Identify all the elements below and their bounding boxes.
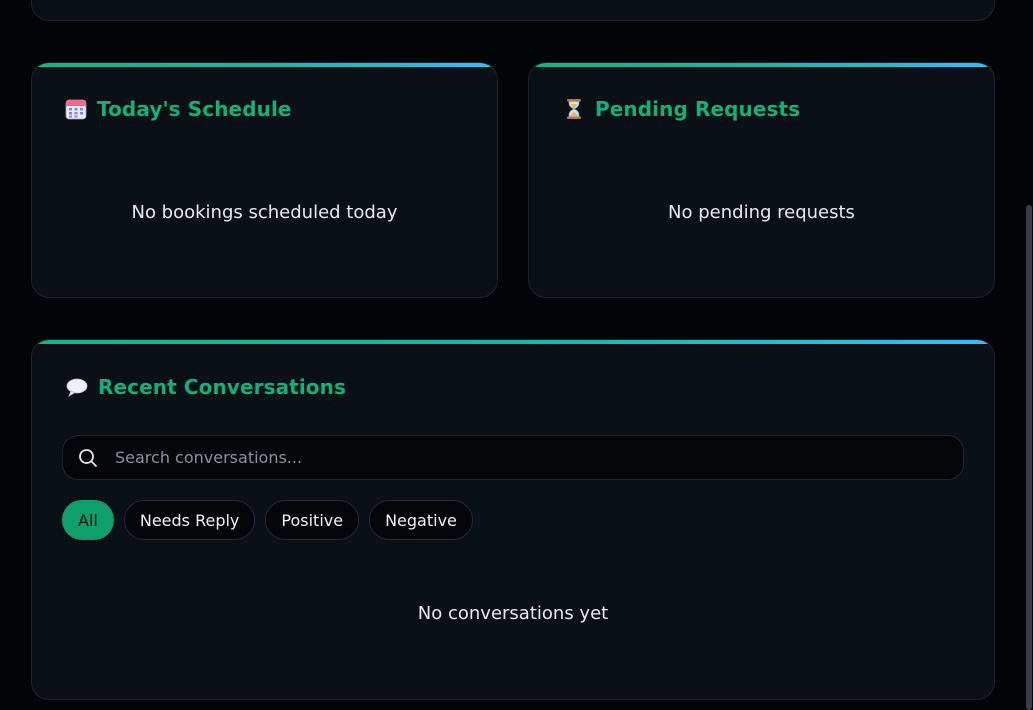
calendar-icon [65, 98, 87, 120]
card-accent-bar [32, 340, 994, 344]
search-box [62, 435, 964, 480]
conversations-empty-message: No conversations yet [417, 603, 609, 624]
hourglass-icon [563, 98, 585, 120]
schedule-title: Today's Schedule [97, 97, 292, 121]
filter-all-button[interactable]: All [62, 500, 114, 540]
pending-header: Pending Requests [563, 97, 800, 121]
top-card-partial [31, 0, 995, 21]
search-icon [78, 448, 98, 468]
conversations-title: Recent Conversations [98, 375, 346, 399]
search-input[interactable] [113, 435, 963, 480]
schedule-empty-message: No bookings scheduled today [131, 202, 398, 223]
filter-positive-button[interactable]: Positive [265, 500, 360, 540]
schedule-card: Today's Schedule No bookings scheduled t… [31, 62, 498, 298]
pending-card: Pending Requests No pending requests [528, 62, 995, 298]
filter-negative-button[interactable]: Negative [369, 500, 473, 540]
conversations-card: Recent Conversations All Needs Reply Pos… [31, 339, 995, 700]
pending-title: Pending Requests [595, 97, 801, 121]
filter-needs-reply-button[interactable]: Needs Reply [123, 500, 256, 540]
scrollbar-thumb[interactable] [1026, 205, 1032, 710]
dashboard-page: Today's Schedule No bookings scheduled t… [0, 0, 1033, 710]
schedule-header: Today's Schedule [65, 97, 292, 121]
pending-empty-message: No pending requests [668, 202, 855, 223]
conversations-header: Recent Conversations [66, 375, 346, 399]
card-accent-bar [32, 63, 497, 67]
page-scrollbar[interactable] [1025, 0, 1033, 710]
card-accent-bar [529, 63, 994, 67]
filter-chips: All Needs Reply Positive Negative [62, 500, 473, 540]
speech-bubble-icon [66, 376, 88, 398]
